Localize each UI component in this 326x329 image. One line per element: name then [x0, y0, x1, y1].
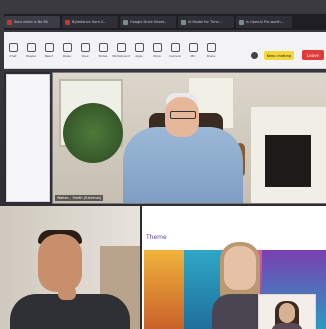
view-icon	[80, 42, 90, 52]
participant-face	[38, 234, 82, 292]
toolbar-button-label: React	[44, 53, 54, 58]
participant-face	[224, 246, 256, 290]
keep-chatting-button[interactable]: Keep chatting	[264, 51, 294, 60]
toolbar-button-chat[interactable]: Chat	[4, 36, 22, 64]
browser-tab-strip: Sora video is Ne Mt Bytedance Sora 2... …	[4, 14, 326, 30]
browser-tab[interactable]: Bytedance Sora 2...	[62, 16, 118, 28]
tab-title: Sora video is Ne Mt	[14, 20, 48, 24]
video-tile-bottom-left[interactable]	[0, 206, 140, 329]
toolbar-button-label: Mic	[190, 53, 196, 58]
meeting-toolbar: Chat People React Raise View Notes White…	[4, 32, 326, 69]
participant-glasses	[170, 111, 196, 119]
toolbar-button-label: Raise	[62, 53, 72, 58]
apps-icon	[134, 42, 144, 52]
participant-name: Walter... Smith (External)	[55, 195, 104, 201]
browser-tab[interactable]: Sora video is Ne Mt	[4, 16, 60, 28]
more-icon	[152, 42, 162, 52]
participant-hand	[58, 286, 76, 300]
toolbar-button-notes[interactable]: Notes	[94, 36, 112, 64]
toolbar-button-label: Apps	[135, 53, 143, 58]
video-tile-main[interactable]: Walter... Smith (External)	[52, 72, 326, 204]
toolbar-button-label: Notes	[98, 53, 108, 58]
camera-icon	[170, 42, 180, 52]
notes-icon	[98, 42, 108, 52]
left-panel-card	[6, 74, 50, 202]
mic-icon	[188, 42, 198, 52]
toolbar-button-camera[interactable]: Camera	[166, 36, 184, 64]
tab-favicon-icon	[123, 19, 128, 25]
toolbar-button-label: People	[26, 53, 36, 58]
toolbar-button-view[interactable]: View	[76, 36, 94, 64]
toolbar-button-people[interactable]: People	[22, 36, 40, 64]
room-plant	[63, 103, 123, 163]
people-icon	[26, 42, 36, 52]
toolbar-button-share[interactable]: Share	[202, 36, 220, 64]
toolbar-button-label: Chat	[9, 53, 17, 58]
toolbar-button-more[interactable]: More	[148, 36, 166, 64]
tab-favicon-icon	[239, 19, 244, 25]
tab-title: Bytedance Sora 2...	[72, 20, 107, 24]
leave-button[interactable]: Leave	[302, 50, 324, 60]
browser-tab[interactable]: AI Model for Time...	[178, 16, 234, 28]
tab-title: Is OpenAI Pro worth...	[246, 20, 284, 24]
toolbar-button-mic[interactable]: Mic	[184, 36, 202, 64]
tab-title: Google Drive Sheet...	[130, 20, 168, 24]
raise-icon	[62, 42, 72, 52]
participant-shirt	[123, 127, 243, 203]
tab-favicon-icon	[181, 19, 186, 25]
video-tile-bottom-right[interactable]: Theme	[142, 206, 326, 329]
toolbar-button-label: View	[81, 53, 89, 58]
tab-favicon-icon	[7, 19, 12, 25]
shared-content-title: Theme	[146, 234, 167, 241]
tab-favicon-icon	[65, 19, 70, 25]
toolbar-button-label: Camera	[169, 53, 181, 58]
self-view-top	[271, 323, 303, 329]
toolbar-button-raise[interactable]: Raise	[58, 36, 76, 64]
tab-title: AI Model for Time...	[188, 20, 222, 24]
browser-tab[interactable]: Google Drive Sheet...	[120, 16, 176, 28]
self-view-face	[279, 303, 295, 323]
toolbar-button-label: Whiteboard	[112, 53, 130, 58]
background-panel	[144, 250, 184, 329]
react-icon	[44, 42, 54, 52]
options-dot-button[interactable]	[251, 52, 258, 59]
toolbar-button-label: Share	[206, 53, 216, 58]
toolbar-button-label: More	[153, 53, 161, 58]
toolbar-button-apps[interactable]: Apps	[130, 36, 148, 64]
room-firebox	[265, 135, 311, 187]
chat-icon	[8, 42, 18, 52]
share-icon	[206, 42, 216, 52]
toolbar-button-whiteboard[interactable]: Whiteboard	[112, 36, 130, 64]
browser-tab[interactable]: Is OpenAI Pro worth...	[236, 16, 292, 28]
self-view-tile[interactable]	[258, 294, 316, 329]
toolbar-button-react[interactable]: React	[40, 36, 58, 64]
whiteboard-icon	[116, 42, 126, 52]
